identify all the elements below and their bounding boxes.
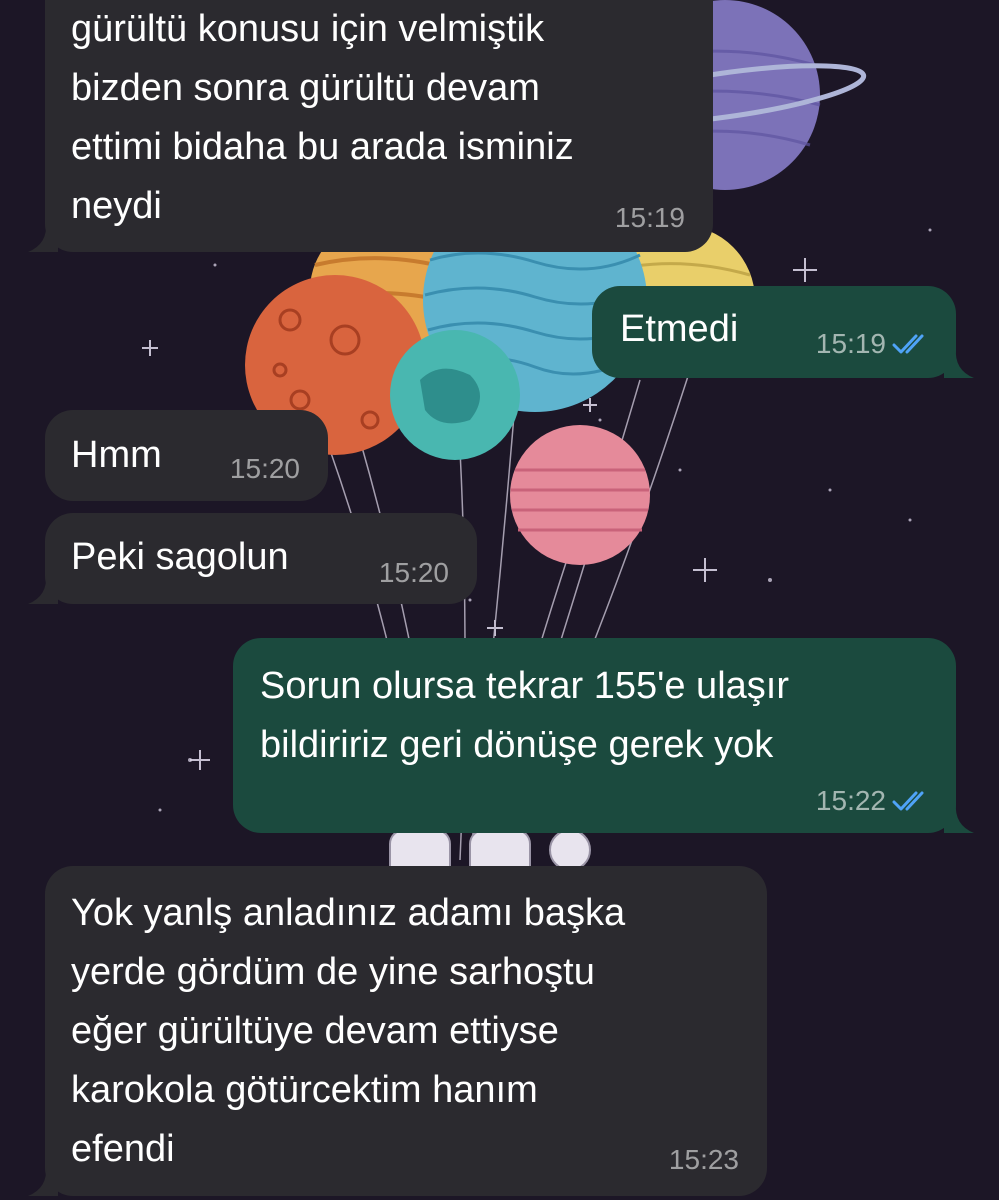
message-text: Yok yanlş anladınız adamı başka yerde gö…: [71, 892, 626, 1170]
message-text: Peki sagolun: [71, 536, 289, 578]
message-time: 15:19: [815, 328, 886, 359]
message-meta: 15:23: [669, 1144, 739, 1176]
message-meta: 15:19: [615, 202, 685, 234]
message-text: Sorun olursa tekrar 155'e ulaşır bildiri…: [260, 665, 789, 766]
message-meta: 15:20: [230, 453, 300, 485]
message-meta: 15:20: [379, 557, 449, 589]
message-bubble-incoming[interactable]: gürültü konusu için velmiştik bizden son…: [45, 0, 713, 252]
message-bubble-incoming[interactable]: Peki sagolun 15:20: [45, 513, 477, 604]
bubble-tail: [28, 1166, 58, 1196]
message-text: Etmedi: [620, 308, 739, 350]
bubble-tail: [944, 803, 974, 833]
message-bubble-outgoing[interactable]: Etmedi 15:19: [592, 286, 956, 378]
message-time: 15:20: [229, 453, 300, 484]
double-check-icon: [892, 790, 932, 812]
message-time: 15:23: [668, 1144, 739, 1175]
message-bubble-incoming[interactable]: Hmm 15:20: [45, 410, 328, 501]
chat-thread: gürültü konusu için velmiştik bizden son…: [0, 0, 999, 1200]
message-meta: 15:19: [816, 328, 932, 360]
message-meta: 15:22: [816, 785, 932, 817]
message-time: 15:19: [614, 202, 685, 233]
message-bubble-incoming[interactable]: Yok yanlş anladınız adamı başka yerde gö…: [45, 866, 767, 1196]
double-check-icon: [892, 333, 932, 355]
message-bubble-outgoing[interactable]: Sorun olursa tekrar 155'e ulaşır bildiri…: [233, 638, 956, 833]
message-text: Hmm: [71, 434, 162, 476]
message-time: 15:20: [378, 557, 449, 588]
message-time: 15:22: [815, 785, 886, 816]
bubble-tail: [28, 574, 58, 604]
bubble-tail: [28, 222, 58, 252]
message-text: gürültü konusu için velmiştik bizden son…: [71, 8, 574, 227]
bubble-tail: [944, 348, 974, 378]
